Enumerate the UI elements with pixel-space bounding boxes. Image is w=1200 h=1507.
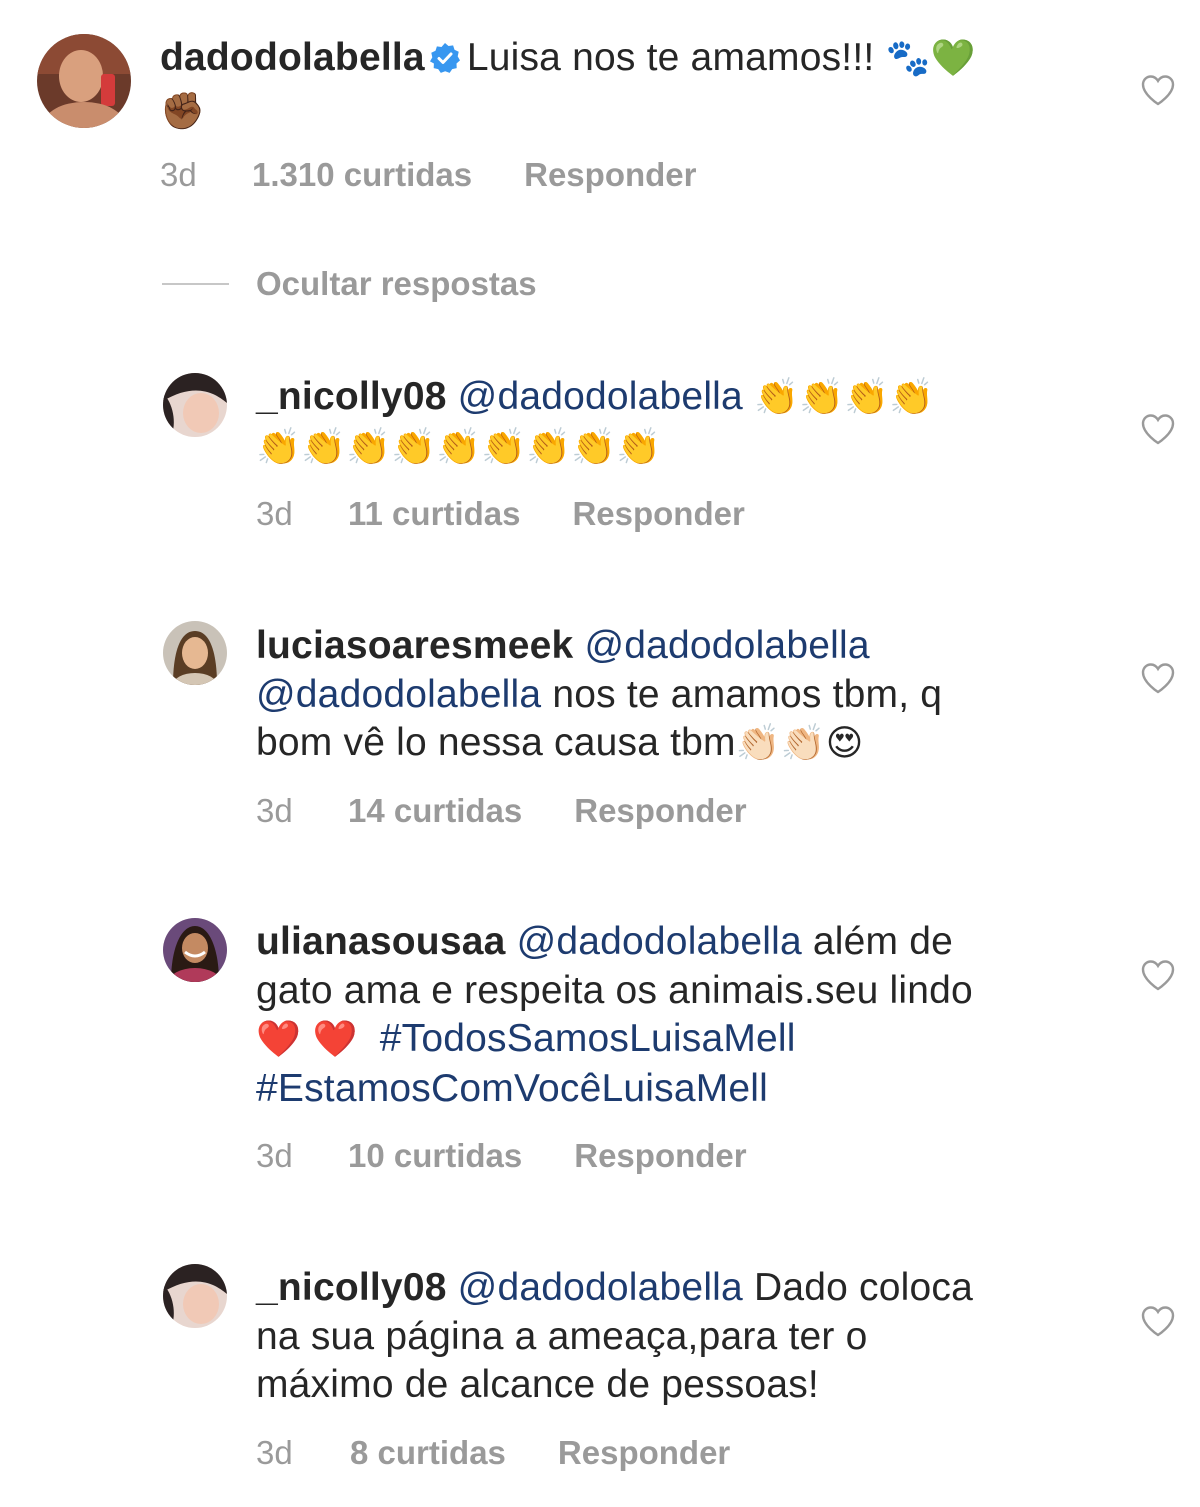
comment-body: luciasoaresmeek @dadodolabella @dadodola… xyxy=(256,622,1116,769)
username[interactable]: _nicolly08 xyxy=(256,375,447,418)
username[interactable]: _nicolly08 xyxy=(256,1266,447,1309)
comment-meta: 3d 11 curtidas Responder xyxy=(256,495,745,533)
avatar[interactable] xyxy=(163,918,227,982)
heart-icon[interactable] xyxy=(1140,74,1176,106)
clap-heart-eyes-emoji: 👏🏻👏🏻😍 xyxy=(735,723,864,764)
avatar[interactable] xyxy=(163,1264,227,1328)
comment-body: _nicolly08 @dadodolabella 👏👏👏👏 👏👏👏👏👏👏👏👏👏 xyxy=(256,373,1076,472)
timestamp: 3d xyxy=(256,1137,293,1174)
heart-icon[interactable] xyxy=(1140,1305,1176,1337)
heart-icon[interactable] xyxy=(1140,959,1176,991)
clap-emoji: 👏👏👏👏👏👏👏👏👏 xyxy=(256,426,662,468)
mention-link[interactable]: @dadodolabella xyxy=(256,673,541,716)
hide-replies-label[interactable]: Ocultar respostas xyxy=(256,265,537,303)
comment-text: máximo de alcance de pessoas! xyxy=(256,1363,819,1406)
comment-body: ulianasousaa @dadodolabella além de gato… xyxy=(256,918,1116,1113)
reply-button[interactable]: Responder xyxy=(574,1137,746,1175)
verified-badge-icon xyxy=(429,38,461,87)
comment-meta: 3d 10 curtidas Responder xyxy=(256,1137,747,1175)
mention-link[interactable]: @dadodolabella xyxy=(458,1266,743,1309)
avatar[interactable] xyxy=(37,34,131,128)
comment-text: na sua página a ameaça,para ter o xyxy=(256,1314,868,1358)
timestamp: 3d xyxy=(160,156,197,193)
hashtag-link[interactable]: #EstamosComVocêLuisaMell xyxy=(256,1067,768,1110)
comment-text: além de xyxy=(801,920,954,963)
username[interactable]: dadodolabella xyxy=(160,36,425,79)
likes-count[interactable]: 1.310 curtidas xyxy=(252,156,472,194)
avatar[interactable] xyxy=(163,373,227,437)
comment-body: dadodolabella Luisa nos te amamos!!! 🐾💚 ✊… xyxy=(160,34,1120,136)
heart-icon[interactable] xyxy=(1140,413,1176,445)
divider xyxy=(162,283,229,285)
timestamp: 3d xyxy=(256,792,293,829)
likes-count[interactable]: 11 curtidas xyxy=(348,495,520,533)
comment-text: bom vê lo nessa causa tbm xyxy=(256,721,736,764)
comment-main: dadodolabella Luisa nos te amamos!!! 🐾💚 ✊… xyxy=(0,0,1200,230)
heart-icon[interactable] xyxy=(1140,662,1176,694)
heart-emoji: ❤️ ❤️ xyxy=(256,1019,358,1060)
timestamp: 3d xyxy=(256,1434,293,1471)
reply-button[interactable]: Responder xyxy=(572,495,744,533)
mention-link[interactable]: @dadodolabella xyxy=(458,375,743,418)
comment-meta: 3d 8 curtidas Responder xyxy=(256,1434,730,1472)
mention-link[interactable]: @dadodolabella xyxy=(517,920,802,963)
likes-count[interactable]: 14 curtidas xyxy=(348,792,522,830)
clap-emoji: 👏👏👏👏 xyxy=(754,377,935,418)
username[interactable]: ulianasousaa xyxy=(256,920,506,963)
likes-count[interactable]: 10 curtidas xyxy=(348,1137,522,1175)
reply-button[interactable]: Responder xyxy=(524,156,696,194)
fist-emoji: ✊🏾 xyxy=(160,90,206,132)
hide-replies-toggle[interactable]: Ocultar respostas xyxy=(162,265,537,303)
likes-count[interactable]: 8 curtidas xyxy=(350,1434,506,1472)
paw-heart-emoji: 🐾💚 xyxy=(885,38,976,79)
timestamp: 3d xyxy=(256,495,293,532)
hashtag-link[interactable]: #TodosSamosLuisaMell xyxy=(380,1017,796,1060)
comment-text: nos te amamos tbm, q xyxy=(541,672,943,716)
comment-meta: 3d 1.310 curtidas Responder xyxy=(160,156,697,194)
comment-text: Dado coloca xyxy=(742,1266,973,1309)
username[interactable]: luciasoaresmeek xyxy=(256,624,573,667)
comment-text: gato ama e respeita os animais.seu lindo xyxy=(256,968,973,1012)
comment-body: _nicolly08 @dadodolabella Dado coloca na… xyxy=(256,1264,1116,1410)
avatar[interactable] xyxy=(163,621,227,685)
reply-button[interactable]: Responder xyxy=(558,1434,730,1472)
reply-button[interactable]: Responder xyxy=(574,792,746,830)
comment-meta: 3d 14 curtidas Responder xyxy=(256,792,747,830)
mention-link[interactable]: @dadodolabella xyxy=(584,624,869,667)
comment-text: Luisa nos te amamos!!! xyxy=(466,36,875,79)
